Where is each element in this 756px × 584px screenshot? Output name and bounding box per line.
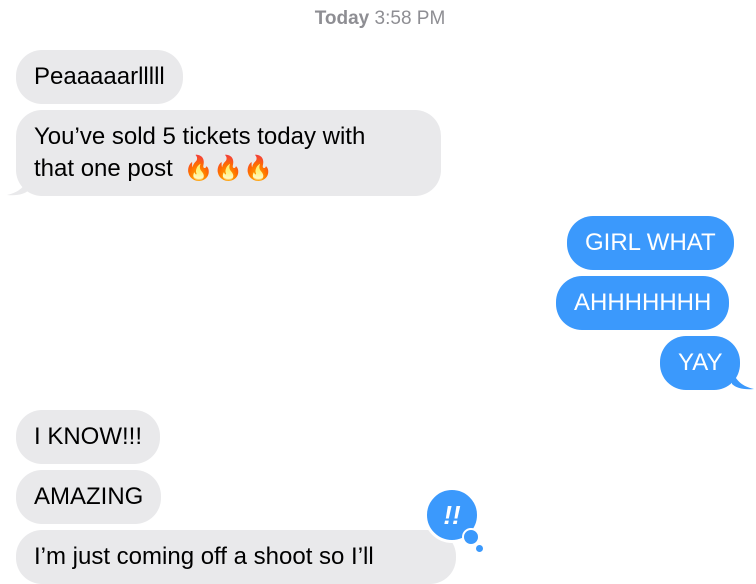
message-text: AHHHHHHH	[574, 289, 712, 316]
message-text: GIRL WHAT	[585, 229, 716, 256]
message-bubble-sent[interactable]: AHHHHHHH	[556, 276, 730, 330]
message-bubble-sent[interactable]: YAY	[660, 336, 741, 390]
conversation-timestamp: Today 3:58 PM	[0, 8, 756, 30]
message-bubble-received[interactable]: I KNOW!!!	[16, 410, 160, 464]
message-bubble-received[interactable]: Peaaaaarlllll	[16, 50, 183, 104]
bubble-tail-sent	[732, 368, 754, 390]
tapback-tail-dot	[462, 528, 480, 546]
message-text: Peaaaaarlllll	[34, 63, 165, 90]
fire-emoji-icon: 🔥🔥🔥	[183, 155, 274, 182]
message-bubble-received[interactable]: I’m just coming off a shoot so I’ll	[16, 530, 456, 584]
message-text: AMAZING	[34, 483, 144, 510]
message-bubble-received[interactable]: AMAZING	[16, 470, 162, 524]
message-text: I’m just coming off a shoot so I’ll	[34, 543, 374, 570]
tapback-tail-dot-small	[476, 545, 483, 552]
message-bubble-received[interactable]: You’ve sold 5 tickets today with that on…	[16, 110, 441, 196]
timestamp-day: Today	[314, 8, 370, 29]
message-text: YAY	[678, 349, 723, 376]
message-text-line2: that one post	[34, 155, 173, 182]
message-text-line1: You’ve sold 5 tickets today with	[34, 123, 366, 150]
tapback-glyph: !!	[443, 499, 461, 530]
bubble-tail-received	[7, 174, 29, 196]
timestamp-time: 3:58 PM	[374, 8, 446, 29]
message-bubble-sent[interactable]: GIRL WHAT	[567, 216, 734, 270]
message-text: I KNOW!!!	[34, 423, 142, 450]
